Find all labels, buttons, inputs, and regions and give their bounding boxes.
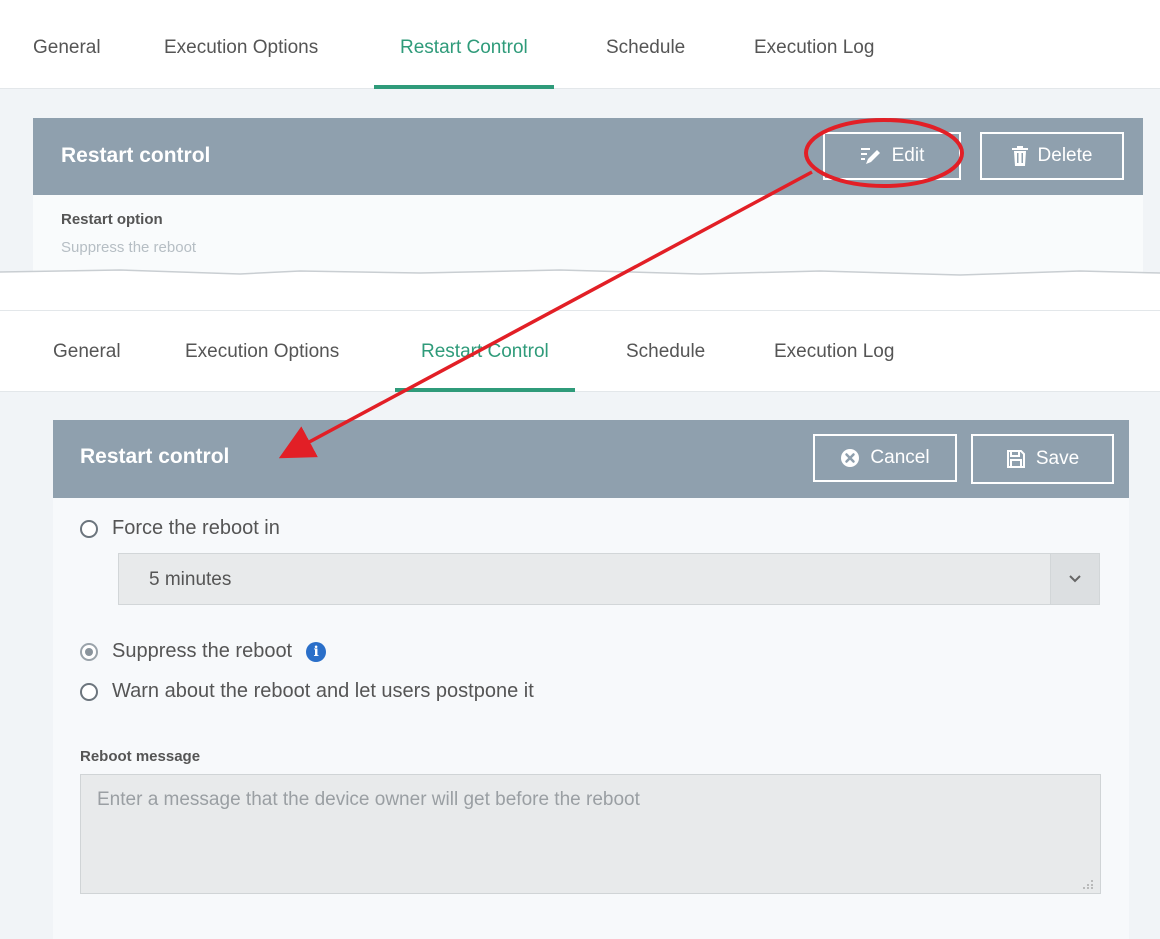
restart-control-edit-panel: General Execution Options Restart Contro… [0, 310, 1160, 939]
tab-restart-control-label: Restart Control [421, 341, 549, 362]
pencil-icon [860, 146, 882, 166]
suppress-reboot-option[interactable]: Suppress the reboot i [80, 640, 327, 663]
restart-option-label: Restart option [61, 211, 163, 228]
section-header: Restart control Edit Delete [33, 118, 1143, 195]
warn-reboot-radio[interactable] [80, 682, 98, 701]
force-reboot-option[interactable]: Force the reboot in [80, 517, 280, 540]
tab-execution-options[interactable]: Execution Options [164, 0, 318, 88]
tab-restart-control[interactable]: Restart Control [395, 311, 575, 392]
suppress-reboot-label: Suppress the reboot [112, 640, 293, 662]
active-tab-indicator [395, 388, 575, 392]
chevron-down-icon[interactable] [1050, 554, 1099, 604]
trash-icon [1011, 146, 1028, 166]
tab-general[interactable]: General [53, 311, 121, 391]
tab-restart-control-label: Restart Control [400, 37, 528, 58]
torn-edge-divider [0, 269, 1160, 285]
reboot-message-label: Reboot message [80, 748, 201, 765]
force-reboot-label: Force the reboot in [112, 517, 280, 539]
tab-execution-log[interactable]: Execution Log [754, 0, 874, 88]
warn-reboot-label: Warn about the reboot and let users post… [112, 680, 534, 702]
reboot-delay-select[interactable]: 5 minutes [118, 553, 1100, 605]
save-button[interactable]: Save [971, 434, 1114, 484]
edit-button[interactable]: Edit [823, 132, 961, 180]
force-reboot-radio[interactable] [80, 519, 98, 538]
active-tab-indicator [374, 85, 554, 89]
tab-schedule[interactable]: Schedule [606, 0, 685, 88]
section-title: Restart control [61, 144, 211, 167]
tab-execution-options[interactable]: Execution Options [185, 311, 339, 391]
cancel-button[interactable]: Cancel [813, 434, 957, 482]
delete-button[interactable]: Delete [980, 132, 1124, 180]
restart-control-view-panel: General Execution Options Restart Contro… [0, 0, 1160, 285]
info-icon[interactable]: i [306, 641, 327, 662]
reboot-delay-value: 5 minutes [149, 569, 232, 590]
close-circle-icon [840, 448, 860, 468]
save-icon [1006, 449, 1026, 469]
restart-option-value: Suppress the reboot [61, 239, 197, 256]
delete-button-label: Delete [1037, 145, 1093, 166]
cancel-button-label: Cancel [870, 447, 930, 468]
tab-execution-log[interactable]: Execution Log [774, 311, 894, 391]
resize-handle-icon[interactable] [1082, 877, 1094, 889]
reboot-message-input[interactable] [80, 774, 1101, 894]
edit-button-label: Edit [891, 145, 925, 166]
section-header: Restart control Cancel Save [53, 420, 1129, 498]
suppress-reboot-radio[interactable] [80, 642, 98, 661]
save-button-label: Save [1035, 448, 1080, 469]
tab-schedule[interactable]: Schedule [626, 311, 705, 391]
tab-bar: General Execution Options Restart Contro… [0, 311, 1160, 392]
warn-reboot-option[interactable]: Warn about the reboot and let users post… [80, 680, 534, 703]
tab-general[interactable]: General [33, 0, 101, 88]
tab-bar: General Execution Options Restart Contro… [0, 0, 1160, 89]
tab-restart-control[interactable]: Restart Control [374, 0, 554, 89]
section-title: Restart control [80, 445, 230, 468]
